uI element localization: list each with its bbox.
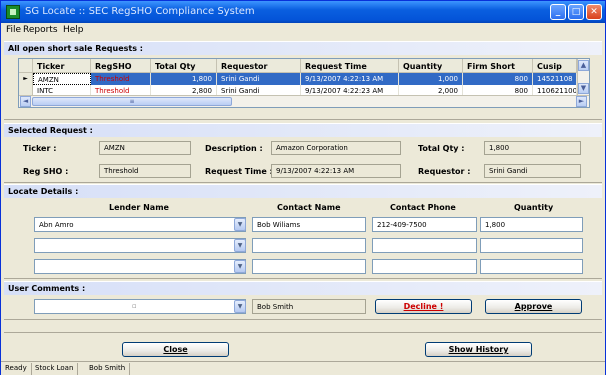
note-icon: ▫: [132, 302, 137, 310]
cell-total-qty[interactable]: 1,800: [151, 73, 217, 85]
menu-help[interactable]: Help: [63, 25, 84, 35]
col-requestor[interactable]: Requestor: [217, 59, 301, 73]
description-label: Description :: [205, 144, 263, 153]
comments-header: User Comments :: [4, 281, 602, 295]
comment-user-field: Bob Smith: [252, 299, 366, 314]
ticker-label: Ticker :: [23, 144, 57, 153]
contact-name-header: Contact Name: [277, 203, 341, 212]
request-time-field: 9/13/2007 4:22:13 AM: [271, 164, 401, 178]
decline-button[interactable]: Decline !: [375, 299, 472, 314]
regsho-label: Reg SHO :: [23, 167, 69, 176]
contact-name-input[interactable]: Bob Wiliams: [252, 217, 366, 232]
contact-phone-input[interactable]: 212-409-7500: [372, 217, 477, 232]
status-desk: Stock Loan: [31, 363, 79, 375]
close-button[interactable]: Close: [122, 342, 229, 357]
divider: [4, 319, 602, 320]
divider: [4, 332, 602, 333]
col-regsho[interactable]: RegSHO: [91, 59, 151, 73]
lender-select[interactable]: [34, 238, 246, 253]
window-title: SG Locate :: SEC RegSHO Compliance Syste…: [25, 6, 255, 17]
regsho-field: Threshold: [99, 164, 191, 178]
cell-ticker[interactable]: AMZN: [33, 73, 91, 85]
col-quantity[interactable]: Quantity: [399, 59, 463, 73]
chevron-down-icon[interactable]: ▼: [578, 83, 589, 94]
status-user: Bob Smith: [85, 363, 131, 375]
requests-grid[interactable]: Ticker RegSHO Total Qty Requestor Reques…: [18, 58, 590, 108]
menu-file[interactable]: File: [6, 25, 21, 35]
description-field: Amazon Corporation: [271, 141, 401, 155]
title-bar[interactable]: SG Locate :: SEC RegSHO Compliance Syste…: [1, 1, 605, 23]
contact-name-input[interactable]: [252, 259, 366, 274]
show-history-button[interactable]: Show History: [425, 342, 532, 357]
contact-phone-input[interactable]: [372, 238, 477, 253]
total-qty-label: Total Qty :: [418, 144, 465, 153]
col-ticker[interactable]: Ticker: [33, 59, 91, 73]
grid-vertical-scrollbar[interactable]: ▲ ▼: [577, 59, 589, 95]
status-bar: Ready Stock Loan Bob Smith: [1, 361, 605, 375]
chevron-down-icon[interactable]: ▼: [234, 260, 246, 273]
requests-header: All open short sale Requests :: [4, 41, 602, 55]
quantity-input[interactable]: [480, 259, 583, 274]
cell-requestor[interactable]: Srini Gandi: [217, 73, 301, 85]
chevron-down-icon[interactable]: ▼: [234, 218, 246, 231]
chevron-up-icon[interactable]: ▲: [578, 60, 589, 71]
lender-name-header: Lender Name: [109, 203, 169, 212]
requestor-field: Srini Gandi: [484, 164, 581, 178]
contact-phone-header: Contact Phone: [390, 203, 456, 212]
quantity-input[interactable]: [480, 238, 583, 253]
col-request-time[interactable]: Request Time: [301, 59, 399, 73]
contact-name-input[interactable]: [252, 238, 366, 253]
ticker-field: AMZN: [99, 141, 191, 155]
scroll-thumb[interactable]: ≡: [32, 97, 232, 106]
chevron-left-icon[interactable]: ◄: [20, 96, 31, 107]
lender-select[interactable]: Abn Amro: [34, 217, 246, 232]
menu-reports[interactable]: Reports: [23, 25, 58, 35]
main-window: SG Locate :: SEC RegSHO Compliance Syste…: [0, 0, 606, 375]
col-firm-short[interactable]: Firm Short: [463, 59, 533, 73]
divider: [4, 119, 602, 120]
maximize-button[interactable]: □: [568, 4, 584, 20]
menu-bar: File Reports Help: [1, 23, 605, 38]
cell-quantity[interactable]: 1,000: [399, 73, 463, 85]
chevron-down-icon[interactable]: ▼: [234, 300, 246, 313]
col-cusip[interactable]: Cusip: [533, 59, 577, 73]
contact-phone-input[interactable]: [372, 259, 477, 274]
cell-cusip[interactable]: 14521108: [533, 73, 577, 85]
chevron-right-icon[interactable]: ►: [576, 96, 587, 107]
lender-select[interactable]: [34, 259, 246, 274]
comment-select[interactable]: [34, 299, 246, 314]
approve-button[interactable]: Approve: [485, 299, 582, 314]
app-icon: [6, 5, 20, 19]
quantity-input[interactable]: 1,800: [480, 217, 583, 232]
row-pointer-icon: ►: [19, 73, 33, 85]
selected-header: Selected Request :: [4, 123, 602, 137]
total-qty-field: 1,800: [484, 141, 581, 155]
cell-firm-short[interactable]: 800: [463, 73, 533, 85]
quantity-header: Quantity: [514, 203, 554, 212]
divider: [4, 182, 602, 183]
col-total-qty[interactable]: Total Qty: [151, 59, 217, 73]
divider: [4, 278, 602, 279]
grid-horizontal-scrollbar[interactable]: ◄ ≡ ►: [19, 95, 589, 107]
chevron-down-icon[interactable]: ▼: [234, 239, 246, 252]
cell-regsho[interactable]: Threshold: [91, 73, 151, 85]
request-time-label: Request Time :: [205, 167, 273, 176]
locate-header: Locate Details :: [4, 184, 602, 198]
cell-request-time[interactable]: 9/13/2007 4:22:13 AM: [301, 73, 399, 85]
grid-corner: [19, 59, 33, 73]
requestor-label: Requestor :: [418, 167, 471, 176]
status-ready: Ready: [1, 363, 32, 375]
close-window-button[interactable]: ✕: [586, 4, 602, 20]
minimize-button[interactable]: _: [550, 4, 566, 20]
